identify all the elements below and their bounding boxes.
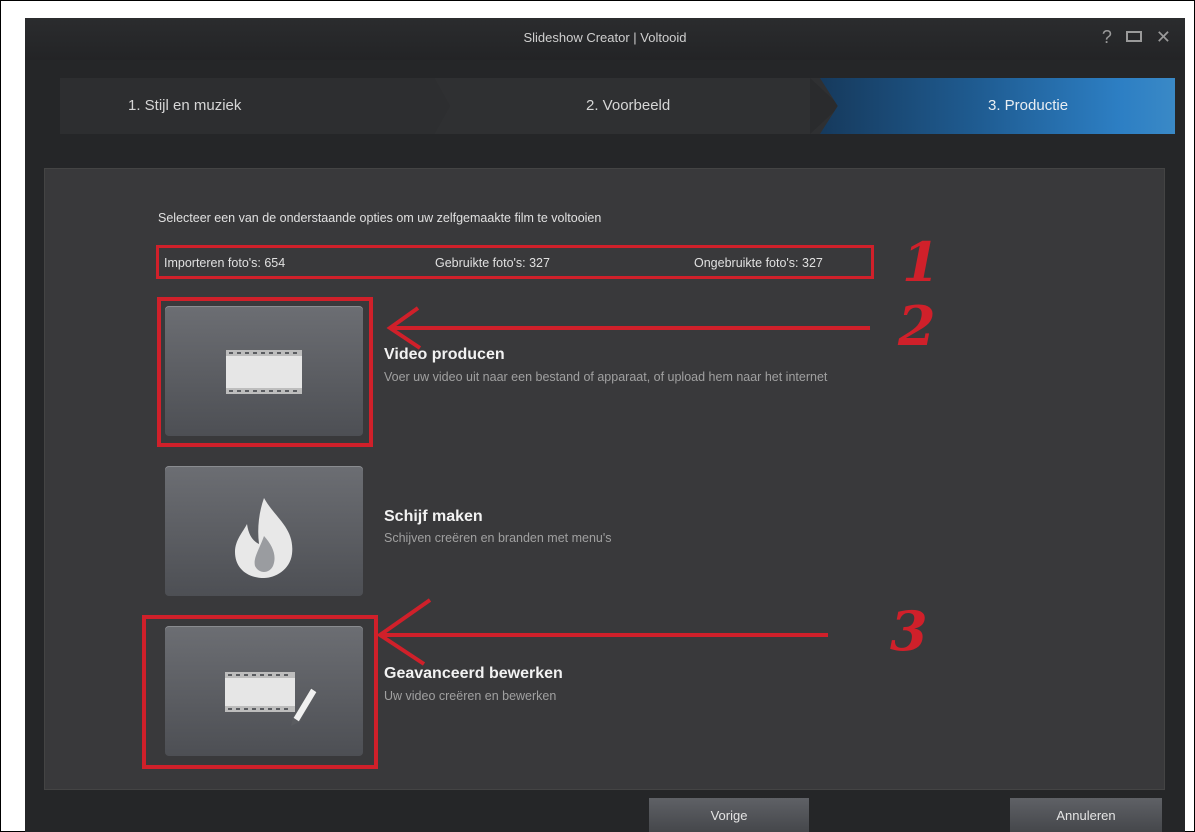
help-icon[interactable]: ? bbox=[1102, 26, 1112, 48]
close-icon[interactable]: ✕ bbox=[1156, 26, 1171, 48]
slideshow-creator-window: Slideshow Creator | Voltooid ? ✕ 1. Stij… bbox=[25, 18, 1185, 832]
advanced-edit-description: Uw video creëren en bewerken bbox=[384, 689, 557, 703]
step-preview[interactable]: 2. Voorbeeld bbox=[450, 78, 840, 134]
imported-photos: Importeren foto's: 654 bbox=[164, 256, 286, 270]
photo-stats: Importeren foto's: 654 Gebruikte foto's:… bbox=[156, 245, 874, 279]
step-label: 3. Productie bbox=[988, 97, 1069, 114]
wizard-steps: 1. Stijl en muziek 2. Voorbeeld 3. Produ… bbox=[60, 78, 1175, 134]
window-title: Slideshow Creator | Voltooid bbox=[523, 30, 687, 45]
annotation-box-3 bbox=[142, 615, 378, 769]
create-disc-description: Schijven creëren en branden met menu's bbox=[384, 531, 612, 545]
previous-button[interactable]: Vorige bbox=[649, 798, 809, 832]
intro-text: Selecteer een van de onderstaande opties… bbox=[158, 211, 602, 225]
annotation-box-2 bbox=[157, 297, 373, 447]
used-photos: Gebruikte foto's: 327 bbox=[435, 256, 550, 270]
create-disc-title: Schijf maken bbox=[384, 508, 483, 525]
produce-video-description: Voer uw video uit naar een bestand of ap… bbox=[384, 370, 828, 384]
flame-icon bbox=[235, 498, 293, 578]
maximize-icon[interactable] bbox=[1125, 31, 1142, 42]
step-label: 2. Voorbeeld bbox=[586, 97, 671, 114]
title-bar: Slideshow Creator | Voltooid ? ✕ bbox=[25, 18, 1185, 60]
cancel-button[interactable]: Annuleren bbox=[1010, 798, 1162, 832]
step-label: 1. Stijl en muziek bbox=[128, 97, 242, 114]
window-controls: ? ✕ bbox=[1102, 26, 1171, 48]
advanced-edit-title: Geavanceerd bewerken bbox=[384, 665, 563, 682]
production-panel: Selecteer een van de onderstaande opties… bbox=[44, 168, 1165, 790]
produce-video-title: Video producen bbox=[384, 346, 505, 363]
create-disc-button[interactable] bbox=[165, 466, 363, 596]
unused-photos: Ongebruikte foto's: 327 bbox=[694, 256, 823, 270]
step-style-music[interactable]: 1. Stijl en muziek bbox=[60, 78, 450, 134]
step-production[interactable]: 3. Productie bbox=[820, 78, 1175, 134]
